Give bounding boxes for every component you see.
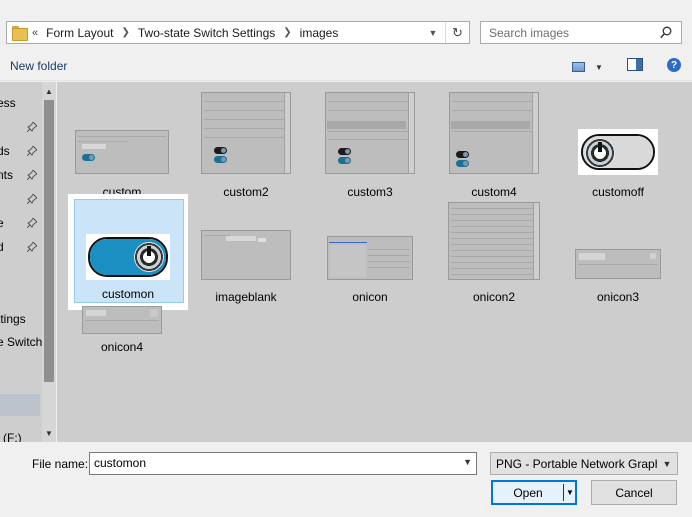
- scroll-up-icon[interactable]: ▲: [42, 84, 56, 98]
- search-box[interactable]: [480, 21, 682, 44]
- file-tile[interactable]: custom3: [309, 89, 431, 201]
- chevron-down-icon[interactable]: ▼: [565, 482, 575, 503]
- help-icon[interactable]: ?: [667, 58, 681, 72]
- file-tile[interactable]: custom2: [185, 89, 307, 201]
- new-folder-button[interactable]: New folder: [10, 59, 67, 73]
- file-tile[interactable]: imageblank: [185, 194, 307, 306]
- breadcrumb-overflow[interactable]: «: [32, 27, 38, 39]
- switch-off-icon: [581, 134, 655, 170]
- refresh-icon[interactable]: ↻: [445, 22, 469, 43]
- file-name-input[interactable]: [94, 456, 444, 470]
- file-name: onicon4: [100, 340, 144, 354]
- file-thumbnail: [82, 306, 162, 334]
- file-thumbnail: [75, 130, 169, 174]
- chevron-right-icon[interactable]: ❯: [121, 27, 129, 38]
- nav-item-drive[interactable]: (F:): [3, 431, 22, 442]
- nav-item[interactable]: ds: [0, 144, 10, 158]
- file-name-combobox[interactable]: ▼: [89, 452, 477, 475]
- file-type-value: PNG - Portable Network Graphics: [496, 457, 677, 471]
- pin-icon[interactable]: [27, 218, 37, 228]
- file-tile[interactable]: onicon3: [557, 194, 679, 306]
- folder-icon: [12, 26, 28, 41]
- nav-item[interactable]: d: [0, 240, 4, 254]
- file-thumbnail: [578, 129, 658, 175]
- nav-item[interactable]: e: [0, 216, 4, 230]
- file-name: onicon3: [596, 290, 640, 304]
- file-thumbnail: [325, 92, 415, 174]
- file-tile[interactable]: onicon4: [61, 294, 183, 406]
- pin-icon[interactable]: [27, 242, 37, 252]
- bottom-bar: File name: ▼ PNG - Portable Network Grap…: [0, 442, 692, 517]
- switch-on-icon: [88, 237, 168, 277]
- breadcrumb-form-layout[interactable]: Form Layout: [46, 26, 113, 40]
- chevron-down-icon[interactable]: ▼: [425, 22, 441, 43]
- search-icon[interactable]: [660, 26, 672, 39]
- nav-item[interactable]: ess: [0, 96, 16, 110]
- pin-icon[interactable]: [27, 122, 37, 132]
- file-thumbnail: [201, 230, 291, 280]
- scrollbar-thumb[interactable]: [44, 100, 54, 382]
- file-tile[interactable]: customoff: [557, 89, 679, 201]
- scroll-down-icon[interactable]: ▼: [42, 426, 56, 440]
- address-row: « Form Layout ❯ Two-state Switch Setting…: [0, 0, 692, 52]
- file-tile[interactable]: custom4: [433, 89, 555, 201]
- open-button[interactable]: Open ▼: [491, 480, 577, 505]
- nav-item-selected[interactable]: [0, 394, 40, 416]
- cancel-button[interactable]: Cancel: [591, 480, 677, 505]
- nav-item[interactable]: nts: [0, 168, 13, 182]
- chevron-right-icon[interactable]: ❯: [283, 27, 291, 38]
- file-tile[interactable]: onicon: [309, 194, 431, 306]
- file-name: imageblank: [215, 290, 277, 304]
- toolbar: New folder ▼: [0, 52, 692, 81]
- file-name-label: File name:: [32, 457, 89, 471]
- pin-icon[interactable]: [27, 146, 37, 156]
- nav-scrollbar[interactable]: ▲ ▼: [42, 82, 56, 442]
- file-thumbnail: [201, 92, 291, 174]
- pin-icon[interactable]: [27, 170, 37, 180]
- chevron-down-icon[interactable]: ▼: [463, 457, 472, 467]
- file-tile[interactable]: custom: [61, 89, 183, 201]
- file-thumbnail: [449, 92, 539, 174]
- breadcrumb-two-state-switch-settings[interactable]: Two-state Switch Settings: [138, 26, 275, 40]
- view-icon: [572, 62, 585, 72]
- pin-icon[interactable]: [27, 194, 37, 204]
- breadcrumb-images[interactable]: images: [300, 26, 339, 40]
- file-grid[interactable]: custom custom2 custom3 custom4 customoff…: [57, 82, 692, 442]
- search-input[interactable]: [489, 25, 659, 40]
- file-tile[interactable]: onicon2: [433, 194, 555, 306]
- file-name: onicon: [352, 290, 388, 304]
- navigation-pane[interactable]: ess ds nts e d ttings e Switch (F:): [0, 82, 42, 442]
- preview-pane-icon[interactable]: [627, 58, 643, 71]
- file-thumbnail: [448, 202, 540, 280]
- split-divider: [563, 484, 564, 501]
- chevron-down-icon[interactable]: ▼: [657, 453, 677, 474]
- file-thumbnail: [86, 234, 170, 280]
- nav-item[interactable]: e Switch: [0, 335, 42, 349]
- file-type-select[interactable]: PNG - Portable Network Graphics ▼: [490, 452, 678, 475]
- address-bar[interactable]: « Form Layout ❯ Two-state Switch Setting…: [6, 21, 470, 44]
- file-thumbnail: [575, 249, 661, 279]
- change-view-button[interactable]: ▼: [572, 59, 606, 75]
- file-tile-selected[interactable]: customon: [68, 194, 188, 310]
- chevron-down-icon[interactable]: ▼: [595, 63, 603, 72]
- open-button-label: Open: [513, 485, 543, 500]
- file-thumbnail: [327, 236, 413, 280]
- nav-item[interactable]: ttings: [0, 312, 26, 326]
- file-name: onicon2: [472, 290, 516, 304]
